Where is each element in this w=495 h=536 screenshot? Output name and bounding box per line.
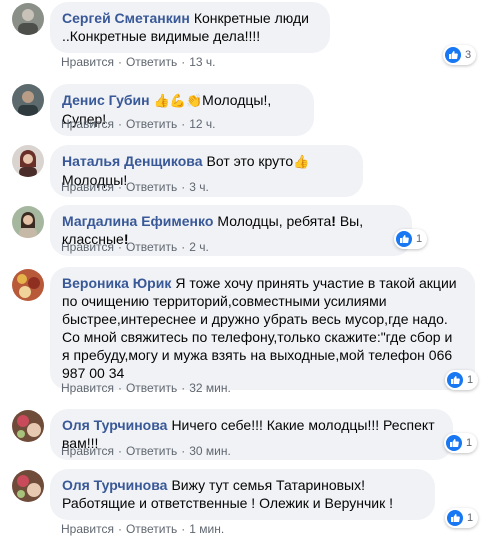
timestamp[interactable]: 3 ч. [189,180,209,194]
avatar[interactable] [12,145,44,177]
like-icon [447,372,463,388]
avatar[interactable] [12,269,44,301]
comment-actions: Нравится · Ответить · 32 мин. [61,381,231,395]
like-button[interactable]: Нравится [61,522,114,536]
avatar[interactable] [12,3,44,35]
like-button[interactable]: Нравится [61,444,114,458]
reaction-number: 1 [416,233,423,245]
separator: · [117,240,122,254]
reaction-number: 1 [467,374,474,386]
like-icon [446,435,462,451]
avatar[interactable] [12,84,44,116]
separator: · [181,381,186,395]
avatar[interactable] [12,410,44,442]
separator: · [117,117,122,131]
comment-bubble: Оля Турчинова Вижу тут семья Татариновых!… [50,469,435,520]
reaction-count[interactable]: 1 [444,433,478,453]
reaction-number: 3 [465,49,472,61]
emoji-group: 👍💪👏 [153,93,203,108]
separator: · [181,117,186,131]
like-button[interactable]: Нравится [61,55,114,69]
reaction-count[interactable]: 1 [445,370,479,390]
like-icon [447,510,463,526]
separator: · [117,381,122,395]
separator: · [117,522,122,536]
reply-button[interactable]: Ответить [126,444,177,458]
like-button[interactable]: Нравится [61,117,114,131]
author-name[interactable]: Оля Турчинова [62,417,167,433]
like-button[interactable]: Нравится [61,381,114,395]
like-icon [445,47,461,63]
avatar[interactable] [12,206,44,238]
comment-text: Молодцы, ребята [217,213,332,229]
like-button[interactable]: Нравится [61,240,114,254]
author-name[interactable]: Денис Губин [62,92,150,108]
reaction-count[interactable]: 1 [394,229,428,249]
separator: · [117,444,122,458]
reaction-count[interactable]: 1 [445,508,479,528]
separator: · [181,180,186,194]
comment-bubble: Вероника Юрик Я тоже хочу принять участие… [50,267,475,390]
timestamp[interactable]: 2 ч. [189,240,209,254]
reply-button[interactable]: Ответить [126,522,177,536]
author-name[interactable]: Оля Турчинова [62,477,167,493]
author-name[interactable]: Сергей Сметанкин [62,10,190,26]
separator: · [181,522,186,536]
separator: · [117,180,122,194]
separator: · [181,55,186,69]
reply-button[interactable]: Ответить [126,381,177,395]
reply-button[interactable]: Ответить [126,180,177,194]
timestamp[interactable]: 12 ч. [189,117,215,131]
author-name[interactable]: Наталья Денщикова [62,153,203,169]
timestamp[interactable]: 30 мин. [189,444,231,458]
author-name[interactable]: Вероника Юрик [62,275,171,291]
author-name[interactable]: Магдалина Ефименко [62,213,213,229]
timestamp[interactable]: 32 мин. [189,381,231,395]
comment-actions: Нравится · Ответить · 12 ч. [61,117,216,131]
reply-button[interactable]: Ответить [126,55,177,69]
thumbs-up-emoji: 👍 [293,154,310,169]
reaction-number: 1 [466,437,473,449]
reply-button[interactable]: Ответить [126,117,177,131]
comment-bubble: Сергей Сметанкин Конкретные люди ..Конкре… [50,2,330,53]
comment-actions: Нравится · Ответить · 1 мин. [61,522,224,536]
like-button[interactable]: Нравится [61,180,114,194]
timestamp[interactable]: 1 мин. [189,522,224,536]
separator: · [181,444,186,458]
reaction-count[interactable]: 3 [443,45,477,65]
timestamp[interactable]: 13 ч. [189,55,215,69]
reaction-number: 1 [467,512,474,524]
separator: · [117,55,122,69]
comment-actions: Нравится · Ответить · 2 ч. [61,240,209,254]
comment-actions: Нравится · Ответить · 30 мин. [61,444,231,458]
like-icon [396,231,412,247]
avatar[interactable] [12,470,44,502]
separator: · [181,240,186,254]
comment-text: Вот это круто [206,153,294,169]
comment-actions: Нравится · Ответить · 13 ч. [61,55,216,69]
comment-actions: Нравится · Ответить · 3 ч. [61,180,209,194]
reply-button[interactable]: Ответить [126,240,177,254]
